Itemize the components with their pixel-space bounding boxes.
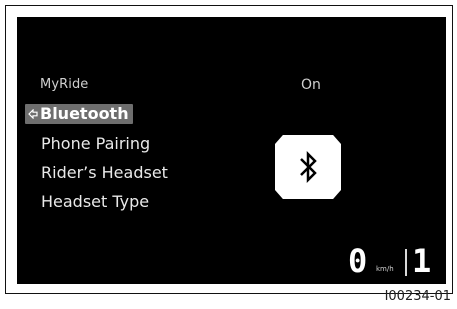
- menu-item-phone-pairing[interactable]: Phone Pairing: [41, 134, 150, 154]
- cluster-divider: [405, 249, 407, 276]
- menu-item-bluetooth[interactable]: Bluetooth: [25, 104, 133, 124]
- selection-arrow-icon: [28, 109, 38, 119]
- gear-value: 1: [412, 242, 432, 280]
- figure-caption: I00234-01: [384, 289, 451, 304]
- screen-title: MyRide: [40, 77, 89, 92]
- speed-unit: km/h: [376, 265, 394, 273]
- speed-value: 0: [348, 242, 368, 280]
- display-screen: MyRide On Bluetooth Phone Pairing Rider’…: [17, 17, 446, 284]
- bluetooth-icon: [300, 150, 317, 184]
- status-value: On: [301, 77, 321, 93]
- speed-gear-cluster: 0 km/h 1: [348, 245, 446, 279]
- bluetooth-status-badge: [275, 135, 341, 199]
- menu-item-riders-headset[interactable]: Rider’s Headset: [41, 163, 168, 183]
- menu-item-headset-type[interactable]: Headset Type: [41, 192, 149, 212]
- menu-item-label: Bluetooth: [40, 104, 129, 123]
